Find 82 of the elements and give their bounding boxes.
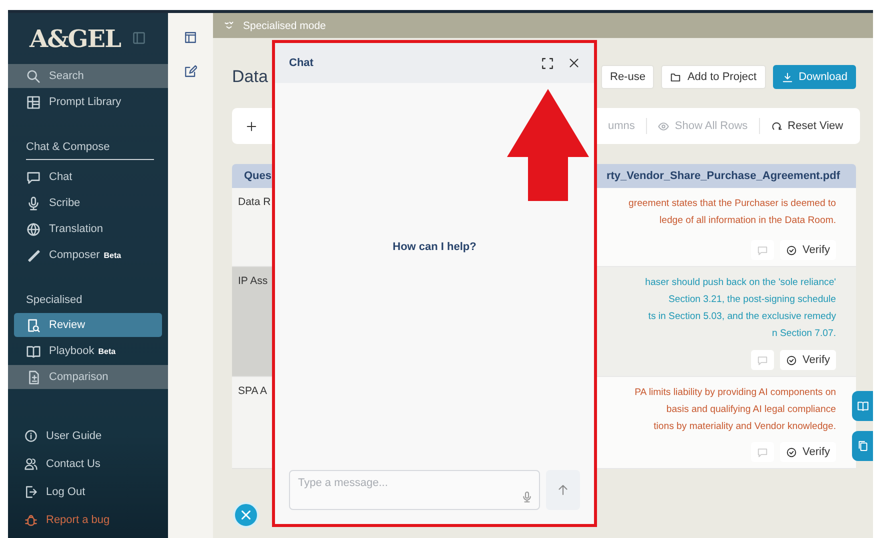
sidebar-item[interactable]: User Guide	[8, 422, 168, 449]
question-text: SPA A	[238, 385, 267, 397]
grid-icon	[26, 94, 41, 110]
comment-icon	[757, 446, 768, 458]
panel-icon	[184, 31, 197, 44]
sidebar-item[interactable]: Comparison	[8, 365, 168, 389]
answer-line: Section 3.21, the post-signing schedule	[668, 293, 836, 307]
search-icon	[26, 68, 41, 84]
beta-label: Beta	[98, 346, 116, 356]
sidebar-item[interactable]: Search	[8, 64, 168, 88]
column-title: Ques	[244, 170, 272, 182]
close-icon	[240, 509, 252, 521]
info-icon	[24, 428, 38, 442]
sidebar-item[interactable]: Composer Beta	[8, 243, 168, 267]
question-text: Data R	[238, 196, 271, 208]
open-book-icon	[856, 400, 868, 412]
expand-icon	[541, 56, 554, 70]
column-title: rty_Vendor_Share_Purchase_Agreement.pdf	[606, 170, 840, 182]
answer-line: basis and qualifying AI legal compliance	[666, 403, 836, 417]
header-button[interactable]: Download	[772, 65, 856, 89]
document-icon	[26, 370, 41, 384]
mode-label: Specialised mode	[243, 20, 326, 32]
verify-button[interactable]: Verify	[780, 442, 836, 462]
plus-icon	[246, 120, 257, 132]
sidebar-item[interactable]: Translation	[8, 217, 168, 241]
check-circle-icon	[786, 354, 798, 366]
logout-icon	[24, 484, 38, 498]
edit-icon	[184, 65, 197, 78]
sidebar-item[interactable]: Report a bug	[8, 506, 168, 533]
beta-label: Beta	[104, 250, 122, 260]
section-title: Chat & Compose	[26, 139, 154, 160]
chat-title: Chat	[289, 57, 314, 69]
add-row-button[interactable]	[246, 120, 257, 132]
copy-icon	[856, 440, 868, 452]
sidebar-item[interactable]: Log Out	[8, 478, 168, 505]
comment-icon	[757, 244, 768, 256]
people-icon	[24, 456, 38, 470]
eye-icon	[658, 120, 669, 132]
download-icon	[782, 72, 793, 82]
check-circle-icon	[786, 244, 798, 256]
close-chat-button[interactable]	[233, 502, 259, 528]
check-circle-icon	[786, 446, 798, 458]
close-icon	[568, 57, 580, 69]
sidebar-item[interactable]: Scribe	[8, 191, 168, 215]
open-book-icon	[26, 344, 41, 358]
folder-icon	[670, 72, 682, 82]
question-text: IP Ass	[238, 275, 268, 287]
answer-line: ts in Section 5.03, and the exclusive remedy	[648, 310, 836, 324]
header-button[interactable]: Add to Project	[661, 65, 766, 89]
sidebar-toggle-icon	[132, 31, 146, 45]
speech-bubble-icon	[26, 170, 41, 184]
document-search-icon	[26, 318, 41, 332]
answer-line: n Section 7.07.	[772, 327, 836, 341]
copy-button[interactable]	[852, 431, 873, 461]
sidebar-item[interactable]: Chat	[8, 165, 168, 189]
comment-icon	[757, 354, 768, 366]
microphone-icon	[26, 196, 41, 210]
message-field[interactable]: Type a message...	[289, 470, 540, 510]
sidebar-item[interactable]: Playbook Beta	[8, 339, 168, 363]
pencil-icon	[26, 248, 41, 262]
toolbar-button[interactable]: Reset View	[764, 120, 850, 132]
globe-icon	[26, 222, 41, 236]
arrow-up-icon	[557, 484, 569, 496]
microphone-icon	[521, 491, 533, 503]
bug-icon	[24, 512, 38, 526]
answer-line: tions by materiality and Vendor knowledge.	[654, 420, 836, 434]
sidebar-item[interactable]: Review	[14, 313, 162, 337]
answer-line: haser should push back on the 'sole reliance'	[645, 276, 836, 290]
sidebar-item[interactable]: Prompt Library	[8, 90, 168, 114]
chat-greeting: How can I help?	[392, 240, 476, 252]
answer-line: greement states that the Purchaser is deemed to	[628, 197, 836, 211]
verify-button[interactable]: Verify	[780, 350, 836, 370]
header-button[interactable]: Re-use	[601, 65, 654, 89]
guide-button[interactable]	[852, 391, 873, 421]
page-title: Data	[232, 66, 269, 87]
answer-line: ledge of all information in the Data Room.	[659, 214, 836, 228]
section-title: Specialised	[26, 293, 84, 308]
sidebar-item[interactable]: Contact Us	[8, 450, 168, 477]
logo: A&GEL	[30, 24, 120, 52]
verify-button[interactable]: Verify	[780, 240, 836, 260]
refresh-icon	[770, 120, 782, 132]
answer-line: PA limits liability by providing AI components on	[634, 386, 836, 400]
